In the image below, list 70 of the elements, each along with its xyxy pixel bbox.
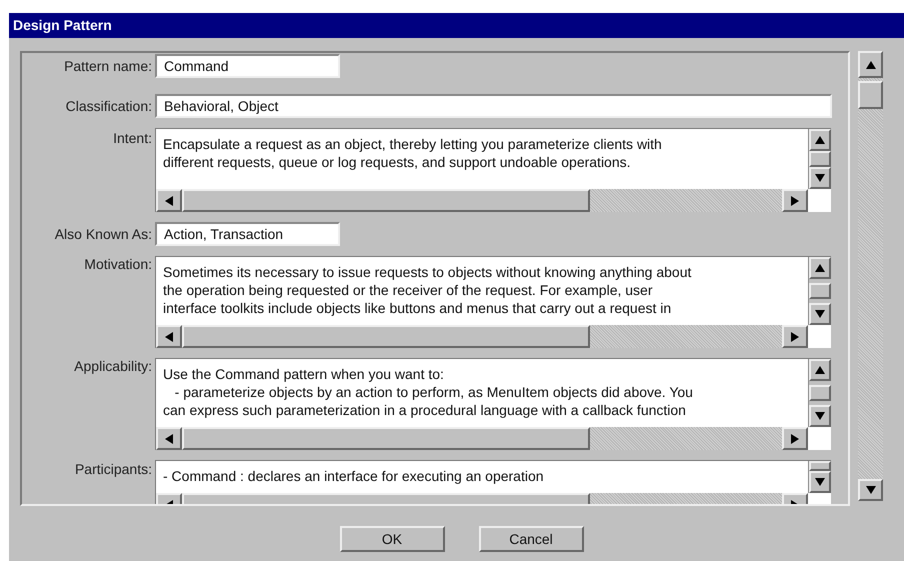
text-area[interactable] [155, 256, 831, 348]
down-arrow-icon [815, 310, 825, 318]
scrollbar[interactable] [808, 461, 831, 493]
scrollbar-corner [808, 427, 831, 450]
left-arrow-icon [165, 196, 173, 206]
scroll-left-button[interactable] [156, 427, 182, 450]
up-arrow-icon [866, 60, 876, 68]
right-arrow-icon [791, 332, 799, 342]
scrollbar[interactable] [858, 51, 883, 501]
scrollbar-corner [808, 325, 831, 348]
scroll-up-button[interactable] [809, 359, 831, 381]
scrollbar[interactable] [156, 325, 808, 348]
scroll-down-button[interactable] [809, 303, 831, 325]
window-title: Design Pattern [9, 13, 904, 38]
left-arrow-icon [165, 434, 173, 444]
field-label: Participants: [74, 460, 152, 479]
field-label: Also Known As: [54, 225, 152, 244]
scrollbar[interactable] [156, 189, 808, 212]
down-arrow-icon [815, 412, 825, 420]
text-area[interactable]: Encapsulate a request as an object, thereby letting you parameterize clients with different requests, queue or log requests, and support undoable operations. [155, 128, 831, 212]
text-field[interactable]: Command [155, 54, 340, 78]
text-area-content: - Command : declares an interface for executing an operation [156, 461, 808, 493]
scroll-down-button[interactable] [858, 479, 883, 501]
scroll-down-button[interactable] [809, 471, 831, 493]
scroll-up-button[interactable] [858, 51, 883, 78]
up-arrow-icon [815, 366, 825, 374]
scrollbar[interactable] [808, 129, 831, 189]
scrollbar-thumb[interactable] [809, 151, 831, 167]
up-arrow-icon [815, 136, 825, 144]
text-field[interactable]: Behavioral, Object [155, 94, 832, 118]
scrollbar[interactable] [808, 359, 831, 427]
scroll-left-button[interactable] [156, 325, 182, 348]
down-arrow-icon [815, 174, 825, 182]
text-area[interactable]: - Command : declares an interface for executing an operation [155, 460, 831, 504]
field-label: Classification: [64, 97, 152, 116]
scrollbar-corner [808, 189, 831, 212]
scrollbar-thumb[interactable] [182, 427, 590, 450]
field-label: Motivation: [83, 256, 152, 274]
scrollbar-thumb[interactable] [182, 189, 590, 212]
up-arrow-icon [815, 264, 825, 272]
scrollbar-thumb[interactable] [809, 385, 831, 401]
field-label: Pattern name: [63, 57, 152, 76]
text-area-content: Sometimes its necessary to issue requests to objects without knowing anything about the operation being requested or the receiver of the request. For example, user interface toolkits include objects like buttons and menus that carry out a request in [156, 257, 808, 325]
scroll-right-button[interactable] [782, 189, 808, 212]
right-arrow-icon [791, 434, 799, 444]
left-arrow-icon [165, 332, 173, 342]
text-area[interactable] [155, 358, 831, 450]
scrollbar[interactable] [808, 257, 831, 325]
scrollbar-thumb[interactable] [809, 283, 831, 299]
scroll-down-button[interactable] [809, 167, 831, 189]
scroll-down-button[interactable] [809, 405, 831, 427]
cancel-button[interactable]: Cancel [478, 526, 584, 552]
scrollbar[interactable] [156, 427, 808, 450]
scrollbar-thumb[interactable] [182, 325, 590, 348]
scrollbar-thumb[interactable] [809, 461, 831, 471]
ok-button[interactable]: OK [340, 526, 444, 552]
scroll-right-button[interactable] [782, 427, 808, 450]
field-label: Intent: [112, 129, 152, 148]
scroll-up-button[interactable] [809, 129, 831, 151]
scroll-left-button[interactable] [156, 189, 182, 212]
text-area-content: Use the Command pattern when you want to: - parameterize objects by an action to perform, as MenuItem objects did above. You can express such parameterization in a procedural language with a callback function [156, 359, 808, 427]
scroll-right-button[interactable] [782, 325, 808, 348]
down-arrow-icon [866, 486, 876, 494]
field-label: Applicability: [73, 358, 152, 376]
right-arrow-icon [791, 196, 799, 206]
text-area-content: Encapsulate a request as an object, thereby letting you parameterize clients with different requests, queue or log requests, and support undoable operations. [156, 129, 808, 189]
scroll-up-button[interactable] [809, 257, 831, 279]
text-field[interactable]: Action, Transaction [155, 222, 340, 246]
scrollbar-thumb[interactable] [858, 81, 883, 109]
down-arrow-icon [815, 478, 825, 486]
